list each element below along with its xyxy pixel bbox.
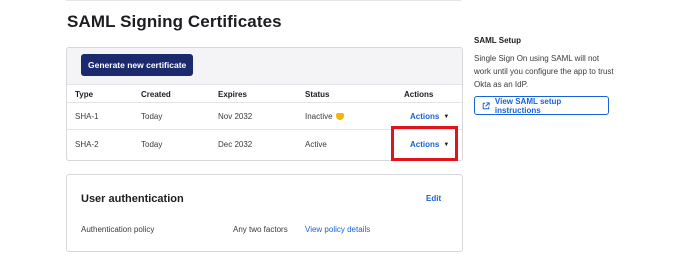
cert-created: Today: [141, 140, 163, 149]
section-title: User authentication: [81, 193, 184, 205]
cert-created: Today: [141, 112, 163, 121]
edit-link[interactable]: Edit: [426, 194, 441, 203]
cert-type: SHA-2: [75, 140, 99, 149]
cert-status-text: Inactive: [305, 112, 333, 121]
column-header-type: Type: [75, 90, 94, 99]
policy-label: Authentication policy: [81, 225, 155, 234]
saml-setup-title: SAML Setup: [474, 36, 521, 45]
policy-value: Any two factors: [233, 225, 288, 234]
saml-setup-description: Single Sign On using SAML will not work …: [474, 54, 614, 89]
view-policy-details-link[interactable]: View policy details: [305, 225, 370, 234]
view-saml-instructions-button[interactable]: View SAML setup instructions: [474, 96, 609, 115]
page-title: SAML Signing Certificates: [67, 12, 282, 31]
cert-expires: Nov 2032: [218, 112, 253, 121]
view-saml-instructions-label: View SAML setup instructions: [494, 96, 562, 115]
external-link-icon: [482, 101, 490, 109]
certificates-toolbar: Generate new certificate: [67, 48, 462, 85]
column-header-created: Created: [141, 90, 171, 99]
actions-label: Actions: [410, 112, 440, 121]
generate-certificate-button[interactable]: Generate new certificate: [81, 54, 194, 76]
caret-down-icon: ▼: [443, 113, 450, 120]
column-header-actions: Actions: [404, 90, 434, 99]
cert-expires: Dec 2032: [218, 140, 253, 149]
cert-type: SHA-1: [75, 112, 99, 121]
header-divider: [67, 102, 462, 103]
top-divider: [66, 0, 461, 1]
row-actions-dropdown[interactable]: Actions ▼: [410, 112, 449, 121]
highlight-box: [391, 126, 458, 161]
warning-icon: [335, 113, 344, 120]
cert-status: Inactive: [305, 112, 344, 121]
column-header-expires: Expires: [218, 90, 247, 99]
column-header-status: Status: [305, 90, 330, 99]
cert-status: Active: [305, 140, 327, 149]
user-authentication-panel: User authentication Edit Authentication …: [66, 174, 463, 252]
